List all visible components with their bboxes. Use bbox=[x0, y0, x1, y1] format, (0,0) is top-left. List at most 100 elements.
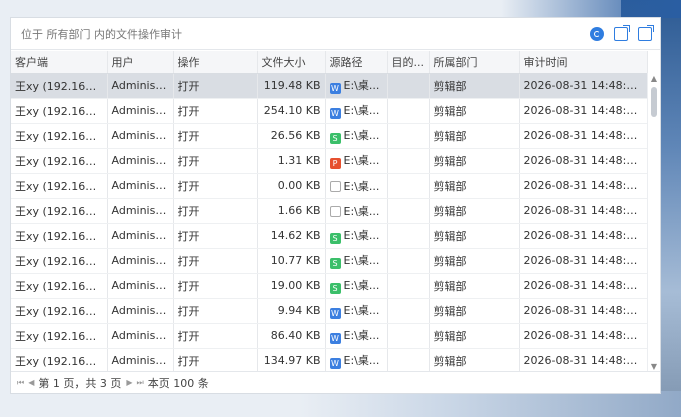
cell-department: 剪辑部 bbox=[429, 223, 520, 249]
cell-source-path-text: E:\桌... bbox=[343, 129, 380, 142]
cell-destination bbox=[387, 248, 430, 274]
cell-department-text: 剪辑部 bbox=[433, 229, 467, 243]
cell-department: 剪辑部 bbox=[429, 348, 520, 373]
cell-destination bbox=[387, 98, 430, 124]
cell-audit-time-text: 2026-08-31 14:48:34 bbox=[523, 79, 641, 92]
cell-audit-time-text: 2026-08-31 14:48:34 bbox=[523, 354, 641, 367]
cell-source-path: W E:\桌... bbox=[325, 348, 388, 373]
column-header[interactable]: 审计时间 bbox=[519, 51, 648, 74]
cell-audit-time: 2026-08-31 14:48:34 bbox=[519, 198, 648, 224]
share-icon[interactable] bbox=[638, 24, 654, 41]
cell-source-path: P E:\桌... bbox=[325, 148, 388, 174]
last-page-icon[interactable]: ⏭ bbox=[137, 378, 144, 388]
scroll-up-icon[interactable]: ▲ bbox=[648, 73, 660, 85]
column-header[interactable]: 操作 bbox=[173, 51, 258, 74]
cell-client: 王xy (192.168.3... bbox=[11, 198, 108, 224]
cell-audit-time-text: 2026-08-31 14:48:34 bbox=[523, 229, 641, 242]
background-corner bbox=[501, 0, 681, 18]
cell-file-size: 119.48 KB bbox=[257, 73, 326, 99]
cell-source-path-text: E:\桌... bbox=[343, 329, 380, 342]
export-icon[interactable] bbox=[614, 24, 630, 41]
cell-source-path-text: E:\桌... bbox=[343, 79, 380, 92]
column-header[interactable]: 文件大小 bbox=[257, 51, 326, 74]
vertical-scrollbar[interactable]: ▲ ▼ bbox=[647, 73, 660, 373]
cell-client: 王xy (192.168.3... bbox=[11, 298, 108, 324]
cell-client-text: 王xy (192.168.3... bbox=[15, 129, 107, 143]
cell-audit-time-text: 2026-08-31 14:48:34 bbox=[523, 204, 641, 217]
cell-operation: 打开 bbox=[173, 123, 258, 149]
cell-audit-time: 2026-08-31 14:48:34 bbox=[519, 148, 648, 174]
first-page-icon[interactable]: ⏮ bbox=[17, 378, 24, 388]
column-header[interactable]: 用户 bbox=[107, 51, 174, 74]
table-row[interactable]: 王xy (192.168.3... Administra... 打开 134.97 K… bbox=[11, 348, 648, 373]
cell-client: 王xy (192.168.3... bbox=[11, 123, 108, 149]
table-row[interactable]: 王xy (192.168.3... Administra... 打开 9.94 KB W… bbox=[11, 298, 648, 324]
cell-client-text: 王xy (192.168.3... bbox=[15, 329, 107, 343]
cell-source-path-text: E:\桌... bbox=[343, 204, 380, 218]
table-row[interactable]: 王xy (192.168.3... Administra... 打开 19.00 KB… bbox=[11, 273, 648, 299]
table-row[interactable]: 王xy (192.168.3... Administra... 打开 26.56 KB… bbox=[11, 123, 648, 149]
cell-destination bbox=[387, 273, 430, 299]
refresh-icon[interactable] bbox=[590, 26, 604, 41]
cell-source-path: W E:\桌... bbox=[325, 73, 388, 99]
prev-page-icon[interactable]: ◀ bbox=[28, 378, 34, 387]
cell-client: 王xy (192.168.3... bbox=[11, 148, 108, 174]
word-file-icon: W bbox=[329, 333, 341, 344]
cell-user: Administra... bbox=[107, 223, 174, 249]
cell-client-text: 王xy (192.168.3... bbox=[15, 79, 107, 93]
scroll-thumb[interactable] bbox=[651, 87, 657, 117]
column-header[interactable]: 所属部门 bbox=[429, 51, 520, 74]
cell-operation-text: 打开 bbox=[177, 254, 200, 268]
table-row[interactable]: 王xy (192.168.3... Administra... 打开 1.31 KB P… bbox=[11, 148, 648, 174]
cell-source-path: W E:\桌... bbox=[325, 298, 388, 324]
column-header[interactable]: 客户端 bbox=[11, 51, 108, 74]
cell-client: 王xy (192.168.3... bbox=[11, 173, 108, 199]
cell-operation: 打开 bbox=[173, 298, 258, 324]
cell-user: Administra... bbox=[107, 248, 174, 274]
cell-destination bbox=[387, 323, 430, 349]
cell-audit-time-text: 2026-08-31 14:48:34 bbox=[523, 104, 641, 117]
background-stripe bbox=[300, 391, 681, 417]
cell-file-size-text: 254.10 KB bbox=[263, 104, 321, 117]
cell-operation: 打开 bbox=[173, 248, 258, 274]
cell-department-text: 剪辑部 bbox=[433, 129, 467, 143]
cell-audit-time-text: 2026-08-31 14:48:34 bbox=[523, 329, 641, 342]
column-header[interactable]: 目的... bbox=[387, 51, 430, 74]
cell-destination bbox=[387, 298, 430, 324]
cell-file-size-text: 19.00 KB bbox=[270, 279, 321, 292]
table-row[interactable]: 王xy (192.168.3... Administra... 打开 86.40 KB… bbox=[11, 323, 648, 349]
cell-department-text: 剪辑部 bbox=[433, 204, 467, 218]
table-row[interactable]: 王xy (192.168.3... Administra... 打开 14.62 KB… bbox=[11, 223, 648, 249]
word-file-icon: W bbox=[329, 83, 341, 94]
next-page-icon[interactable]: ▶ bbox=[126, 378, 132, 387]
column-header[interactable]: 源路径 bbox=[325, 51, 388, 74]
cell-user-text: Administra... bbox=[111, 329, 173, 342]
cell-client: 王xy (192.168.3... bbox=[11, 348, 108, 373]
cell-operation: 打开 bbox=[173, 223, 258, 249]
cell-user-text: Administra... bbox=[111, 229, 173, 242]
audit-table: 客户端 用户 操作 文件大小 源路径 目的... 所属部门 审计时间 王xy (192.168… bbox=[11, 51, 648, 373]
table-row[interactable]: 王xy (192.168.3... Administra... 打开 1.66 KB E… bbox=[11, 198, 648, 224]
cell-operation-text: 打开 bbox=[177, 354, 200, 368]
table-header-row: 客户端 用户 操作 文件大小 源路径 目的... 所属部门 审计时间 bbox=[11, 51, 648, 74]
table-row[interactable]: 王xy (192.168.3... Administra... 打开 254.10 K… bbox=[11, 98, 648, 124]
table-row[interactable]: 王xy (192.168.3... Administra... 打开 0.00 KB E… bbox=[11, 173, 648, 199]
cell-file-size: 0.00 KB bbox=[257, 173, 326, 199]
cell-audit-time-text: 2026-08-31 14:48:34 bbox=[523, 154, 641, 167]
table-row[interactable]: 王xy (192.168.3... Administra... 打开 10.77 KB… bbox=[11, 248, 648, 274]
cell-client: 王xy (192.168.3... bbox=[11, 273, 108, 299]
text-file-icon bbox=[329, 180, 341, 192]
cell-operation-text: 打开 bbox=[177, 204, 200, 218]
cell-audit-time: 2026-08-31 14:48:34 bbox=[519, 223, 648, 249]
cell-destination bbox=[387, 223, 430, 249]
cell-user: Administra... bbox=[107, 148, 174, 174]
cell-operation-text: 打开 bbox=[177, 179, 200, 193]
cell-destination bbox=[387, 198, 430, 224]
cell-file-size: 9.94 KB bbox=[257, 298, 326, 324]
cell-destination bbox=[387, 173, 430, 199]
cell-file-size-text: 14.62 KB bbox=[270, 229, 321, 242]
table-row[interactable]: 王xy (192.168.3... Administra... 打开 119.48 K… bbox=[11, 73, 648, 99]
cell-source-path-text: E:\桌... bbox=[343, 254, 380, 267]
cell-audit-time-text: 2026-08-31 14:48:34 bbox=[523, 279, 641, 292]
cell-department: 剪辑部 bbox=[429, 173, 520, 199]
